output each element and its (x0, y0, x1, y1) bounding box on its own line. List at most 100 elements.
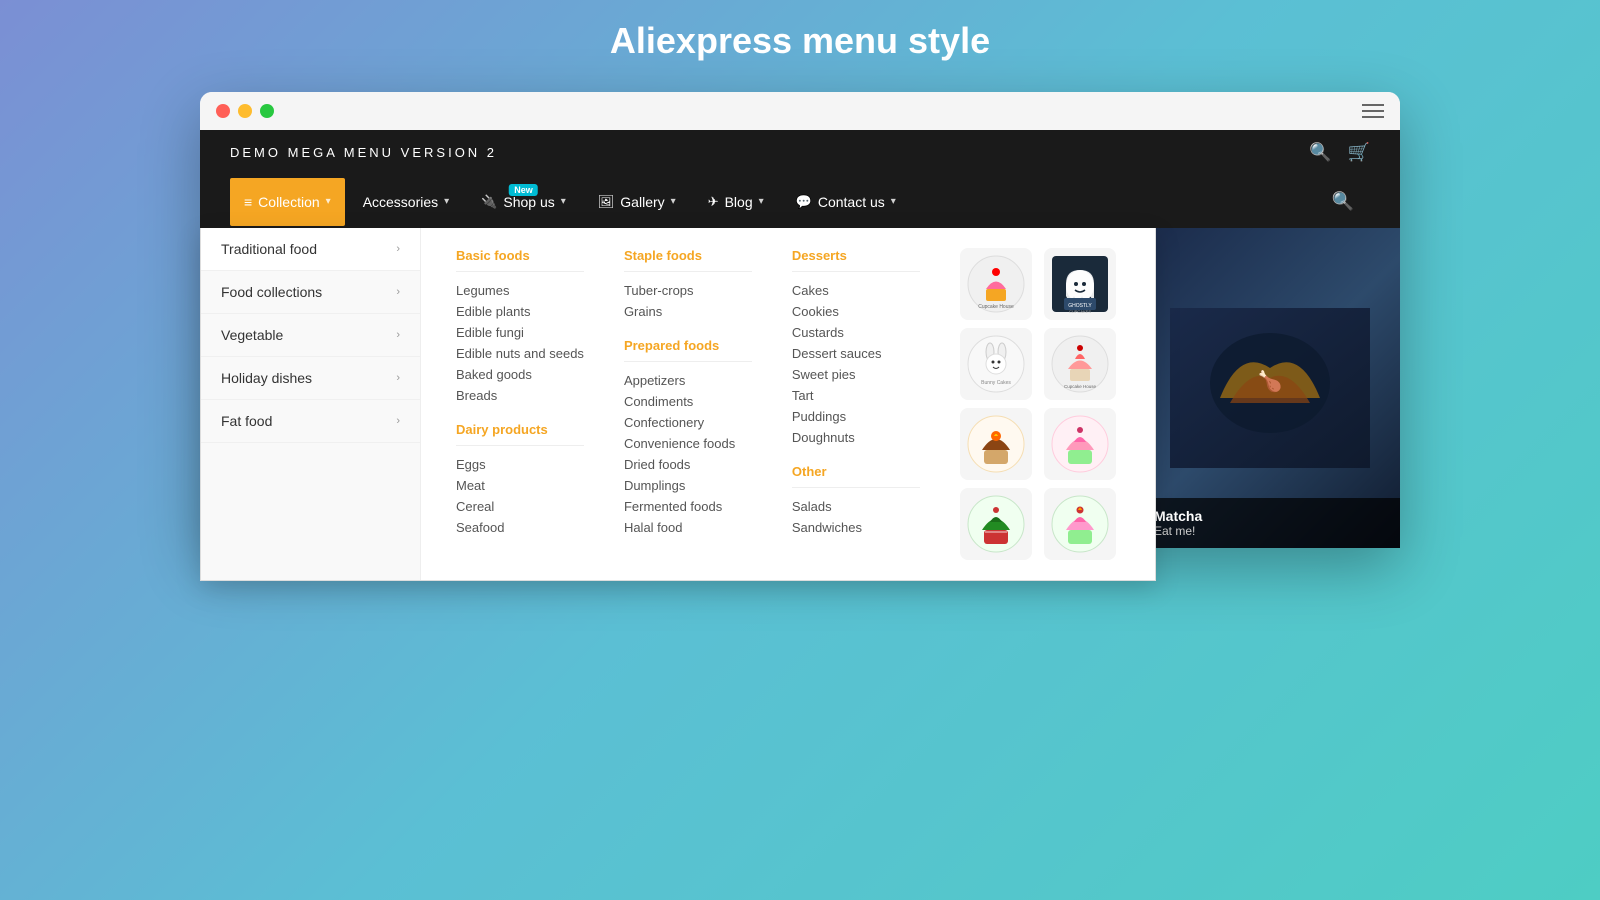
sidebar-item-traditional-food[interactable]: Traditional food › (201, 228, 420, 271)
cupcake-christmas-1[interactable] (960, 488, 1032, 560)
accessories-nav-label: Accessories (363, 194, 438, 210)
shop-us-chevron: ▾ (561, 196, 566, 207)
menu-link-puddings[interactable]: Puddings (792, 406, 920, 427)
menu-link-convenience[interactable]: Convenience foods (624, 433, 752, 454)
navbar: ≡ Collection ▾ Accessories ▾ New 🔌 Shop … (200, 175, 1400, 228)
menu-link-custards[interactable]: Custards (792, 322, 920, 343)
cupcake-pink-4[interactable] (1044, 408, 1116, 480)
ghostly-cupcakes-1[interactable]: GHOSTLY CUPCAKES (1044, 248, 1116, 320)
prepared-foods-title: Prepared foods (624, 338, 752, 353)
menu-link-dessert-sauces[interactable]: Dessert sauces (792, 343, 920, 364)
site-header: DEMO MEGA MENU VERSION 2 🔍 🛒 (200, 130, 1400, 175)
sidebar-item-holiday-dishes[interactable]: Holiday dishes › (201, 357, 420, 400)
vegetable-label: Vegetable (221, 327, 283, 343)
hamburger-line-2 (1362, 110, 1384, 112)
svg-text:🍗: 🍗 (1258, 369, 1283, 393)
mega-menu-content: Basic foods Legumes Edible plants Edible… (421, 228, 1155, 580)
menu-link-eggs[interactable]: Eggs (456, 454, 584, 475)
mega-menu-sidebar: Traditional food › Food collections › Ve… (201, 228, 421, 580)
cupcake-3[interactable] (960, 408, 1032, 480)
menu-section-other: Other Salads Sandwiches (792, 464, 920, 538)
menu-link-doughnuts[interactable]: Doughnuts (792, 427, 920, 448)
menu-link-fermented[interactable]: Fermented foods (624, 496, 752, 517)
fat-food-label: Fat food (221, 413, 272, 429)
hamburger-line-3 (1362, 116, 1384, 118)
bunny-svg-1: Bunny Cakes (966, 334, 1026, 394)
nav-item-accessories[interactable]: Accessories ▾ (349, 178, 464, 226)
menu-link-seafood[interactable]: Seafood (456, 517, 584, 538)
menu-link-meat[interactable]: Meat (456, 475, 584, 496)
menu-link-appetizers[interactable]: Appetizers (624, 370, 752, 391)
menu-link-dumplings[interactable]: Dumplings (624, 475, 752, 496)
menu-link-edible-fungi[interactable]: Edible fungi (456, 322, 584, 343)
contact-chevron: ▾ (891, 196, 896, 207)
collection-chevron: ▾ (326, 196, 331, 207)
mega-menu: Traditional food › Food collections › Ve… (200, 228, 1156, 581)
svg-text:Bunny Cakes: Bunny Cakes (981, 380, 1011, 386)
traditional-food-arrow: › (396, 243, 400, 255)
food-card-3-title: Matcha (1154, 508, 1386, 524)
minimize-button[interactable] (238, 104, 252, 118)
nav-item-gallery[interactable]: 🖼 Gallery ▾ (584, 178, 690, 226)
maximize-button[interactable] (260, 104, 274, 118)
menu-section-dairy: Dairy products Eggs Meat Cereal Seafood (456, 422, 584, 538)
cupcake-house-2[interactable]: Cupcake House (1044, 328, 1116, 400)
page-title: Aliexpress menu style (610, 20, 990, 62)
menu-section-desserts: Desserts Cakes Cookies Custards Dessert … (782, 248, 930, 560)
menu-link-breads[interactable]: Breads (456, 385, 584, 406)
accessories-chevron: ▾ (444, 196, 449, 207)
menu-link-halal[interactable]: Halal food (624, 517, 752, 538)
nav-item-contact-us[interactable]: 💬 Contact us ▾ (782, 178, 910, 226)
menu-link-condiments[interactable]: Condiments (624, 391, 752, 412)
menu-link-cookies[interactable]: Cookies (792, 301, 920, 322)
close-button[interactable] (216, 104, 230, 118)
food-card-3[interactable]: 🍗 Matcha Eat me! (1140, 228, 1400, 548)
menu-link-dried-foods[interactable]: Dried foods (624, 454, 752, 475)
nav-search-icon[interactable]: 🔍 (1316, 175, 1370, 228)
menu-link-edible-plants[interactable]: Edible plants (456, 301, 584, 322)
search-icon[interactable]: 🔍 (1309, 142, 1331, 163)
cupcake-svg-3 (966, 414, 1026, 474)
ghostly-svg-1: GHOSTLY CUPCAKES (1050, 254, 1110, 314)
nav-item-blog[interactable]: ✈ Blog ▾ (694, 178, 778, 226)
nav-item-collection[interactable]: ≡ Collection ▾ (230, 178, 345, 226)
other-title: Other (792, 464, 920, 479)
menu-link-edible-nuts[interactable]: Edible nuts and seeds (456, 343, 584, 364)
menu-link-salads[interactable]: Salads (792, 496, 920, 517)
menu-link-legumes[interactable]: Legumes (456, 280, 584, 301)
collection-nav-label: Collection (258, 194, 319, 210)
menu-link-cereal[interactable]: Cereal (456, 496, 584, 517)
sidebar-item-vegetable[interactable]: Vegetable › (201, 314, 420, 357)
fat-food-arrow: › (396, 415, 400, 427)
desserts-title: Desserts (792, 248, 920, 263)
shop-us-badge: New (509, 184, 538, 196)
cupcake-images-grid: Cupcake House (960, 248, 1120, 560)
menu-link-sweet-pies[interactable]: Sweet pies (792, 364, 920, 385)
sidebar-item-food-collections[interactable]: Food collections › (201, 271, 420, 314)
menu-section-staple-foods: Staple foods Tuber-crops Grains Prepared… (614, 248, 762, 560)
menu-link-baked-goods[interactable]: Baked goods (456, 364, 584, 385)
menu-link-cakes[interactable]: Cakes (792, 280, 920, 301)
nav-item-shop-us[interactable]: New 🔌 Shop us ▾ (467, 178, 580, 226)
menu-section-prepared: Prepared foods Appetizers Condiments Con… (624, 338, 752, 538)
menu-link-tart[interactable]: Tart (792, 385, 920, 406)
menu-link-grains[interactable]: Grains (624, 301, 752, 322)
cupcake-christmas-2[interactable] (1044, 488, 1116, 560)
food-collections-arrow: › (396, 286, 400, 298)
menu-link-tuber-crops[interactable]: Tuber-crops (624, 280, 752, 301)
contact-nav-icon: 💬 (796, 194, 812, 210)
cart-icon[interactable]: 🛒 (1348, 142, 1370, 163)
svg-text:CUPCAKES: CUPCAKES (1069, 309, 1091, 314)
gallery-nav-label: Gallery (620, 194, 664, 210)
svg-text:Cupcake House: Cupcake House (978, 304, 1014, 310)
bunny-cakes-1[interactable]: Bunny Cakes (960, 328, 1032, 400)
cupcake-house-1[interactable]: Cupcake House (960, 248, 1032, 320)
food-collections-label: Food collections (221, 284, 322, 300)
sidebar-item-fat-food[interactable]: Fat food › (201, 400, 420, 443)
contact-nav-label: Contact us (818, 194, 885, 210)
menu-link-confectionery[interactable]: Confectionery (624, 412, 752, 433)
hamburger-icon[interactable] (1362, 104, 1384, 118)
holiday-dishes-arrow: › (396, 372, 400, 384)
menu-section-basic-foods: Basic foods Legumes Edible plants Edible… (446, 248, 594, 560)
menu-link-sandwiches[interactable]: Sandwiches (792, 517, 920, 538)
